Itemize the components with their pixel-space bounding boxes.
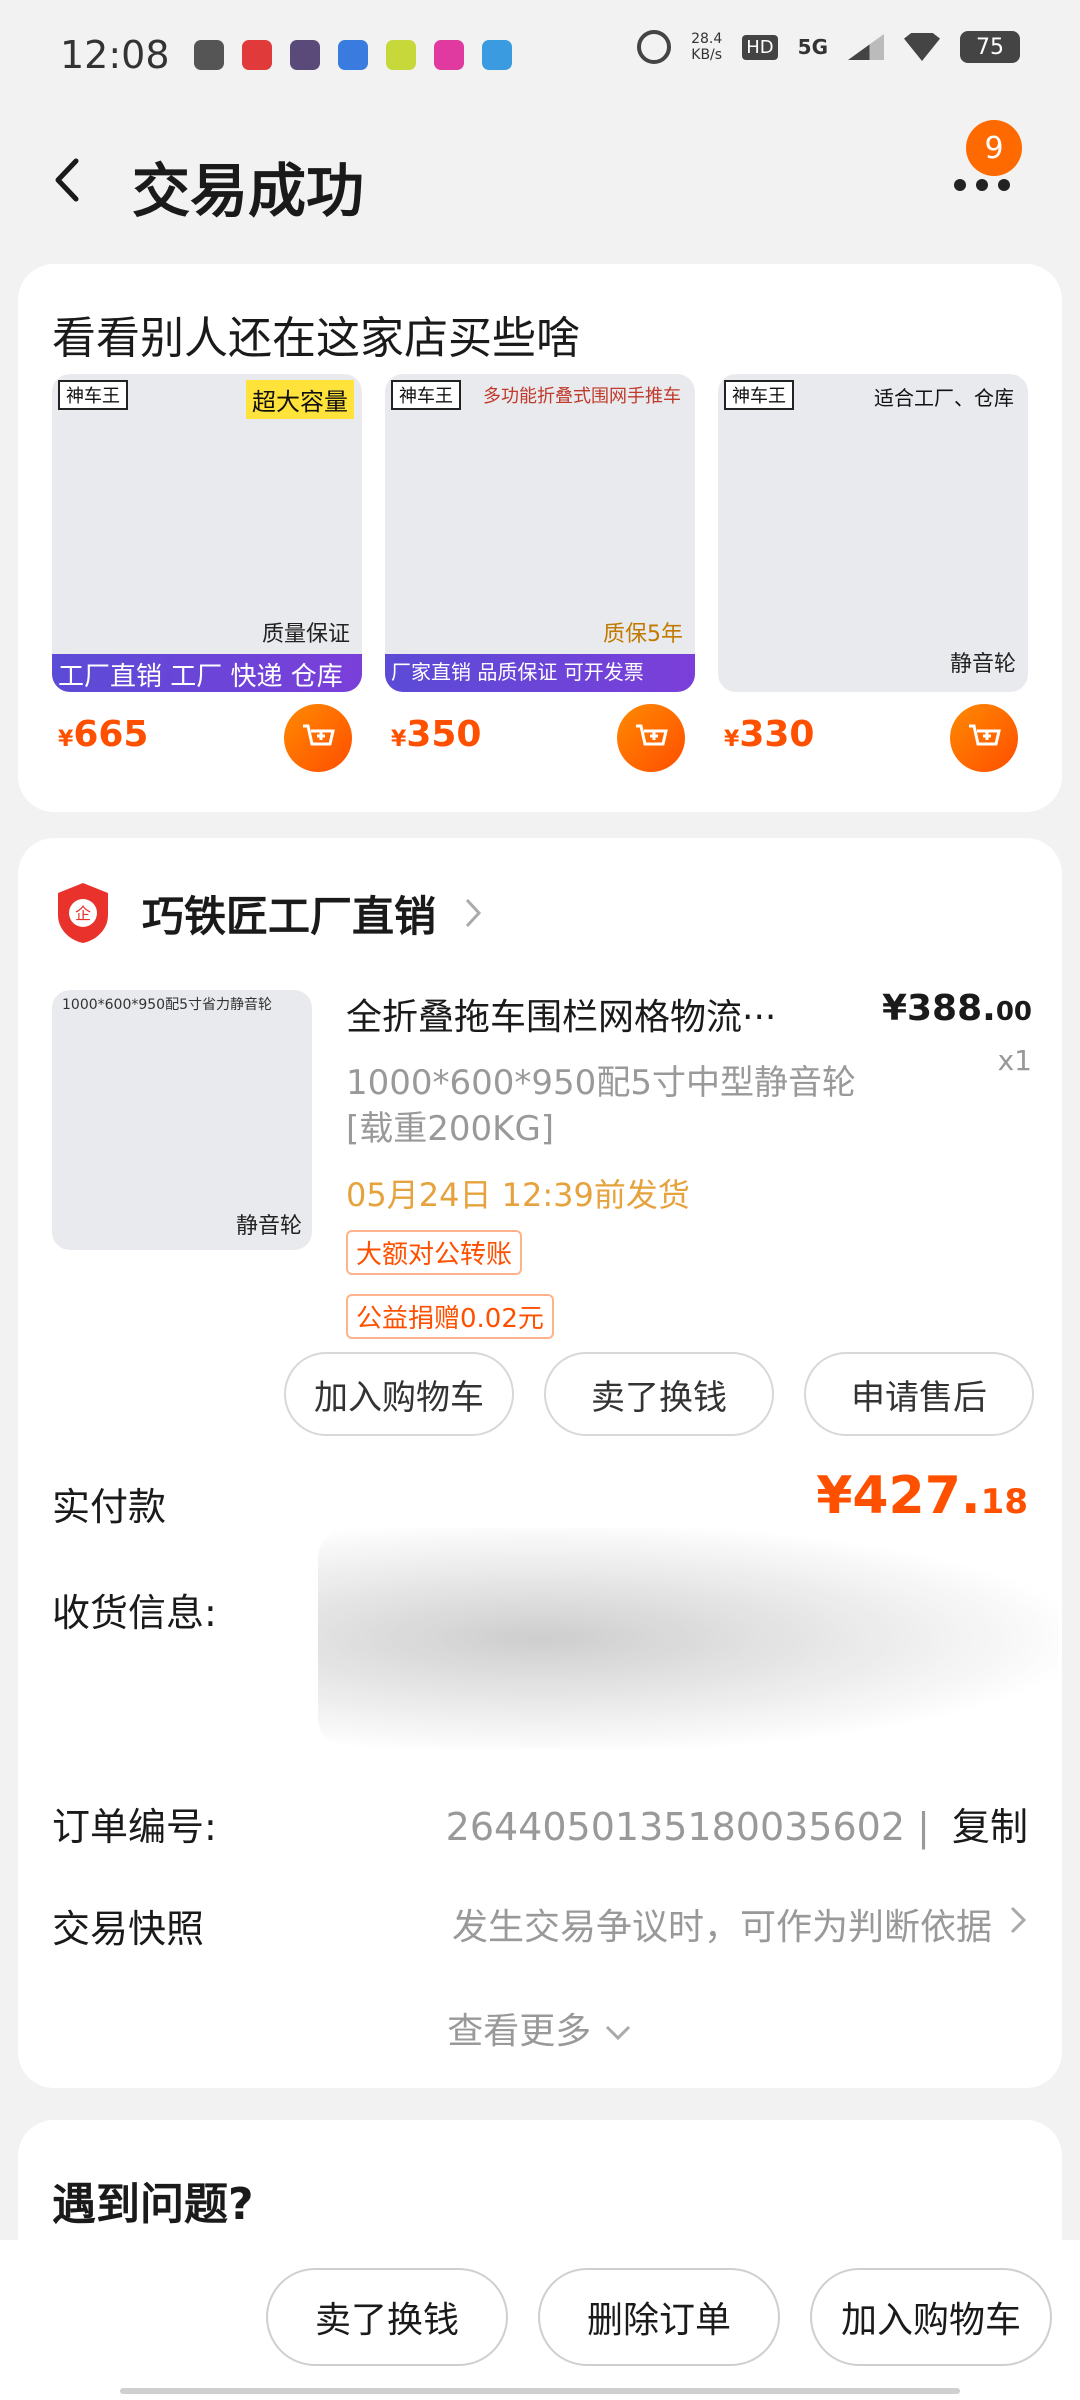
snapshot-hint[interactable]: 发生交易争议时，可作为判断依据: [452, 1898, 992, 1950]
image-tag: 适合工厂、仓库: [874, 386, 1014, 410]
product-tile[interactable]: 神车王 多功能折叠式围网手推车 质保5年 厂家直销 品质保证 可开发票 ¥350: [385, 374, 695, 772]
product-tile[interactable]: 神车王 超大容量 质量保证 工厂直销 工厂 快递 仓库 ¥665: [52, 374, 362, 772]
brand-tag: 神车王: [724, 380, 794, 410]
image-tag: 多功能折叠式围网手推车: [483, 386, 681, 407]
order-unit-price: ¥388.00: [881, 988, 1032, 1029]
add-to-cart-button[interactable]: [617, 704, 685, 772]
paid-label: 实付款: [52, 1485, 167, 1529]
image-spec-text: 1000*600*950配5寸省力静音轮: [62, 997, 272, 1013]
shop-row[interactable]: 企 巧铁匠工厂直销: [54, 878, 484, 948]
battery-icon: 75: [960, 31, 1020, 63]
image-bottom-banner: 工厂直销 工厂 快递 仓库: [52, 654, 362, 692]
cart-icon: [303, 724, 335, 746]
order-number-label: 订单编号:: [52, 1805, 217, 1849]
status-right: 28.4 KB/s HD 5G 75: [637, 30, 1020, 64]
page-title: 交易成功: [132, 157, 365, 225]
charity-tag: 公益捐赠0.02元: [346, 1294, 554, 1339]
view-more-button[interactable]: 查看更多: [18, 2002, 1062, 2054]
order-number: 2644050135180035602 | 复制: [445, 1805, 1028, 1849]
app-icon-green: [385, 40, 416, 70]
message-badge: 9: [966, 120, 1022, 176]
resell-button[interactable]: 卖了换钱: [266, 2268, 508, 2366]
delete-order-button[interactable]: 删除订单: [538, 2268, 780, 2366]
after-sales-button[interactable]: 申请售后: [804, 1352, 1034, 1436]
address-redacted: [318, 1528, 1058, 1748]
back-icon[interactable]: [48, 155, 88, 205]
app-icon-blue: [481, 40, 512, 70]
telecom-icon: [337, 40, 368, 70]
order-product-image[interactable]: 1000*600*950配5寸省力静音轮 静音轮: [52, 990, 312, 1250]
product-tile[interactable]: 神车王 适合工厂、仓库 静音轮 ¥330: [718, 374, 1028, 772]
order-product-title[interactable]: 全折叠拖车围栏网格物流···: [346, 988, 826, 1040]
wifi-icon: [904, 33, 940, 61]
bottom-action-bar: 卖了换钱 删除订单 加入购物车: [0, 2240, 1080, 2400]
network-speed: 28.4 KB/s: [691, 31, 723, 63]
view-more-label: 查看更多: [447, 2011, 592, 2052]
add-to-cart-button[interactable]: 加入购物车: [284, 1352, 514, 1436]
product-price: ¥350: [391, 714, 482, 755]
alarm-icon: [637, 30, 672, 64]
brand-tag: 神车王: [58, 380, 128, 410]
image-corner-text: 质量保证: [261, 622, 350, 647]
cart-icon: [636, 724, 668, 746]
product-image[interactable]: 神车王 超大容量 质量保证 工厂直销 工厂 快递 仓库: [52, 374, 362, 692]
recommend-title: 看看别人还在这家店买些啥: [52, 313, 580, 364]
order-card: 企 巧铁匠工厂直销 1000*600*950配5寸省力静音轮 静音轮 全折叠拖车…: [18, 838, 1062, 2088]
shop-shield-icon: 企: [58, 883, 108, 943]
image-corner-text: 静音轮: [235, 1214, 302, 1239]
notification-icons: [193, 40, 512, 70]
add-to-cart-button[interactable]: [284, 704, 352, 772]
order-quantity: x1: [997, 1044, 1032, 1077]
image-tag: 超大容量: [246, 380, 354, 419]
wechat-icon: [193, 40, 224, 70]
add-to-cart-button[interactable]: [950, 704, 1018, 772]
address-label: 收货信息:: [52, 1591, 217, 1635]
network-type: 5G: [797, 35, 828, 59]
ship-time: 05月24日 12:39前发货: [346, 1176, 690, 1214]
image-bottom-banner: 厂家直销 品质保证 可开发票: [385, 654, 695, 692]
chevron-right-icon: [465, 898, 482, 928]
paid-amount: ¥427.18: [816, 1466, 1028, 1526]
add-to-cart-button[interactable]: 加入购物车: [810, 2268, 1052, 2366]
app-icon-k: [289, 40, 320, 70]
home-indicator[interactable]: [120, 2388, 960, 2394]
cart-icon: [969, 724, 1001, 746]
resell-button[interactable]: 卖了换钱: [544, 1352, 774, 1436]
status-time: 12:08: [60, 33, 170, 77]
chevron-right-icon: [1010, 1906, 1027, 1934]
order-spec: 1000*600*950配5寸中型静音轮[载重200KG]: [346, 1063, 856, 1149]
image-corner-text: 质保5年: [603, 622, 683, 647]
app-icon-red: [241, 40, 272, 70]
product-price: ¥330: [724, 714, 815, 755]
app-icon-pink: [433, 40, 464, 70]
snapshot-label[interactable]: 交易快照: [52, 1898, 204, 1953]
brand-tag: 神车王: [391, 380, 461, 410]
problem-title: 遇到问题?: [52, 2179, 254, 2230]
recommend-card: 看看别人还在这家店买些啥 神车王 超大容量 质量保证 工厂直销 工厂 快递 仓库…: [18, 264, 1062, 812]
copy-button[interactable]: 复制: [952, 1805, 1028, 1849]
chevron-down-icon: [605, 2025, 630, 2041]
svg-text:企: 企: [75, 904, 91, 923]
header: 交易成功 9: [0, 120, 1080, 240]
image-corner-text: 静音轮: [949, 652, 1016, 677]
status-bar: 12:08 28.4 KB/s HD 5G 75: [0, 0, 1080, 110]
hd-icon: HD: [742, 34, 778, 60]
product-image[interactable]: 神车王 适合工厂、仓库 静音轮: [718, 374, 1028, 692]
signal-icon: [848, 34, 884, 60]
payment-tag: 大额对公转账: [346, 1230, 523, 1275]
product-price: ¥665: [58, 714, 149, 755]
product-image[interactable]: 神车王 多功能折叠式围网手推车 质保5年 厂家直销 品质保证 可开发票: [385, 374, 695, 692]
shop-name[interactable]: 巧铁匠工厂直销: [142, 883, 436, 944]
